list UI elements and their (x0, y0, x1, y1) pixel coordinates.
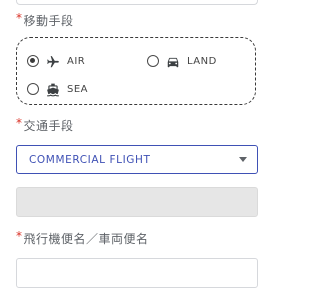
required-mark: * (16, 11, 23, 25)
required-mark: * (16, 229, 23, 243)
transport-means-label-text: 交通手段 (23, 119, 74, 133)
transport-mode-label-text: 移動手段 (23, 14, 74, 28)
required-mark: * (16, 116, 23, 130)
radio-land-label: LAND (187, 55, 217, 67)
transport-means-selected-value: COMMERCIAL FLIGHT (29, 153, 151, 166)
flight-number-input[interactable] (16, 258, 258, 288)
radio-option-land[interactable]: LAND (147, 54, 217, 68)
radio-option-sea[interactable]: SEA (27, 82, 89, 97)
radio-option-air[interactable]: AIR (27, 54, 85, 68)
previous-field-input[interactable] (16, 0, 258, 5)
transport-means-label: *交通手段 (16, 116, 74, 134)
flight-number-label-text: 飛行機便名／車両便名 (23, 232, 149, 246)
transport-means-select[interactable]: COMMERCIAL FLIGHT (16, 145, 258, 174)
radio-sea[interactable] (27, 83, 39, 95)
radio-air[interactable] (27, 55, 39, 67)
radio-land[interactable] (147, 55, 159, 67)
flight-number-label: *飛行機便名／車両便名 (16, 229, 149, 247)
transport-mode-radio-group: AIR LAND SEA (16, 37, 256, 105)
ship-icon (45, 82, 61, 97)
dropdown-caret-icon[interactable] (239, 157, 247, 162)
transport-mode-label: *移動手段 (16, 11, 74, 29)
car-icon (165, 54, 181, 68)
radio-air-label: AIR (67, 55, 86, 67)
airplane-icon (45, 54, 61, 68)
radio-sea-label: SEA (67, 83, 89, 95)
disabled-field (16, 187, 258, 217)
